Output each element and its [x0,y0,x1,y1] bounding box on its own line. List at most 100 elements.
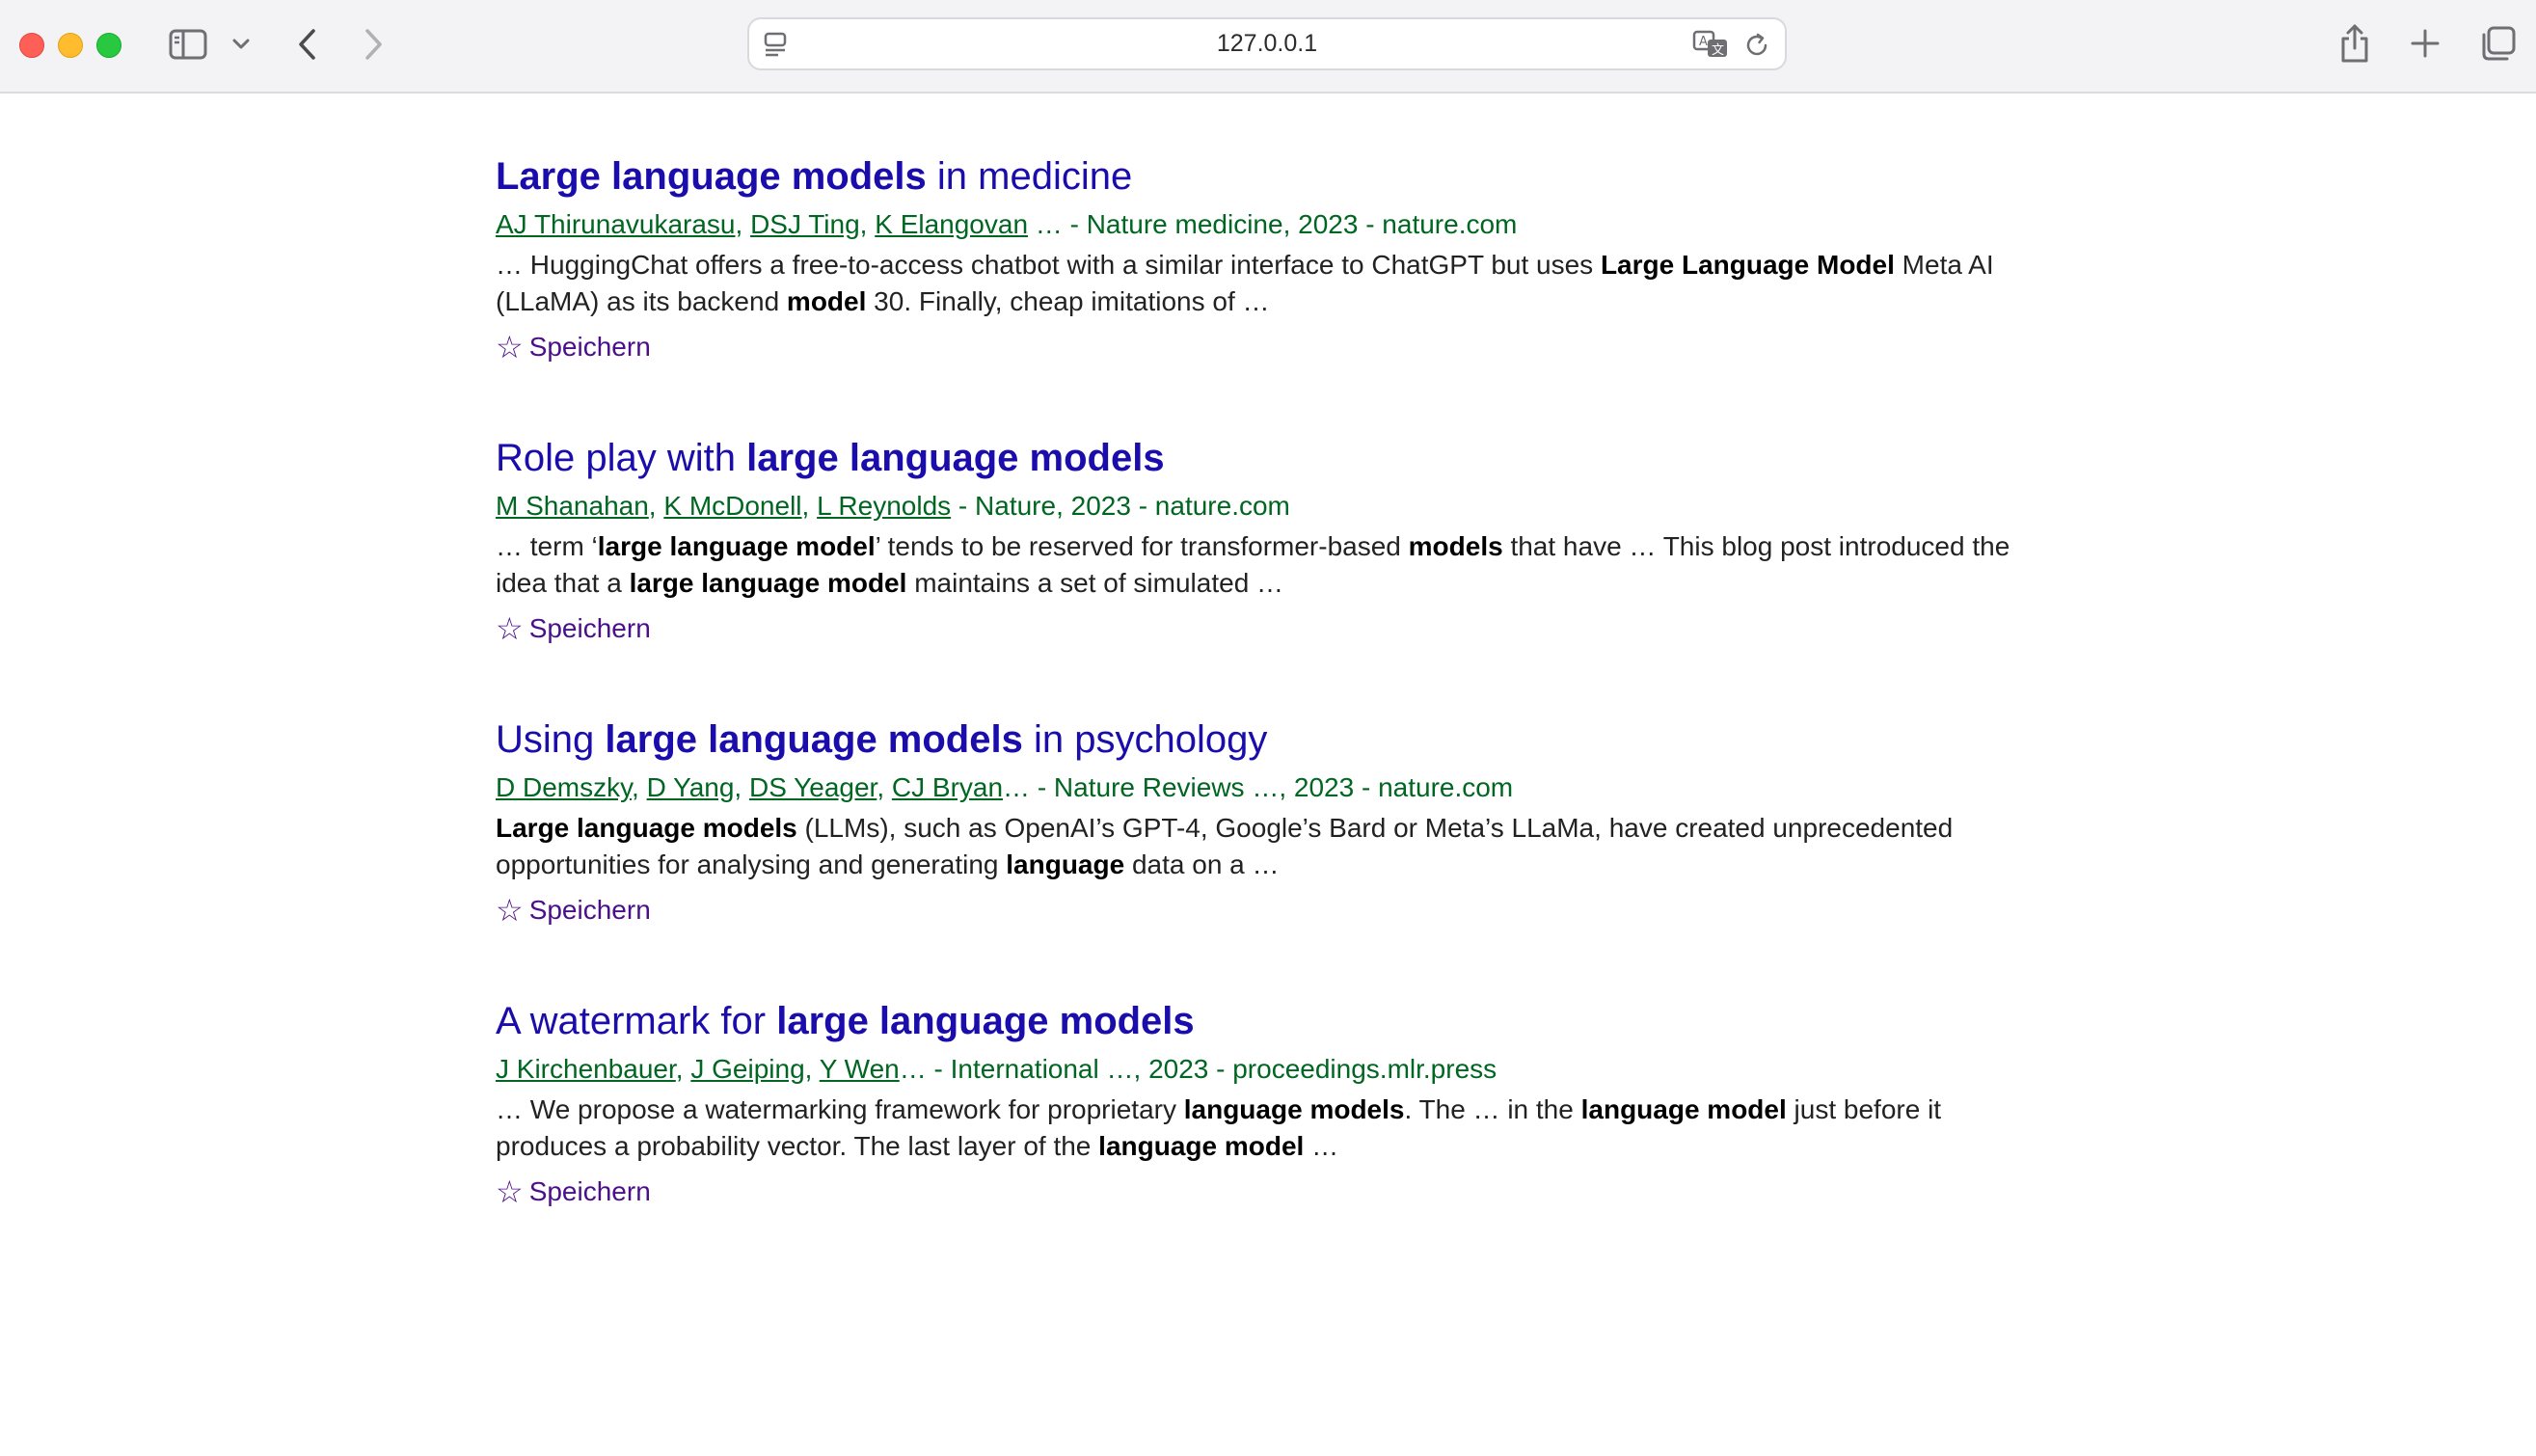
author-link[interactable]: L Reynolds [817,491,951,521]
translate-icon[interactable]: A 文 [1692,30,1731,59]
result-title-fragment: large language models [776,1000,1195,1042]
result-title-fragment: in psychology [1022,718,1268,761]
result-snippet: … HuggingChat offers a free-to-access ch… [496,247,2019,320]
result-source: … - Nature Reviews …, 2023 - nature.com [1003,772,1514,802]
result-title-link[interactable]: Large language models in medicine [496,149,2019,203]
save-button[interactable]: ☆ Speichern [496,892,651,929]
result-divider [496,929,2019,994]
svg-text:A: A [1699,35,1708,49]
result-snippet: … term ‘large language model’ tends to b… [496,528,2019,602]
result-meta: D Demszky, D Yang, DS Yeager, CJ Bryan… … [496,772,1514,802]
result-divider [496,365,2019,431]
chevron-down-icon [232,39,250,49]
result-divider [496,647,2019,713]
snippet-fragment: … We propose a watermarking framework fo… [496,1094,1184,1124]
save-label: Speichern [528,332,651,362]
snippet-fragment: … term ‘ [496,531,598,561]
author-link[interactable]: D Demszky [496,772,632,802]
author-link[interactable]: DSJ Ting [750,209,860,239]
result-source: - Nature, 2023 - nature.com [951,491,1290,521]
save-button[interactable]: ☆ Speichern [496,329,651,365]
save-label: Speichern [528,895,651,925]
snippet-fragment: language models [1183,1094,1405,1124]
save-label: Speichern [528,1176,651,1206]
address-url: 127.0.0.1 [1216,30,1318,57]
result-title-fragment: large language models [605,718,1023,761]
tab-overview-icon [2482,26,2516,61]
star-icon: ☆ [496,611,524,646]
result-meta: AJ Thirunavukarasu, DSJ Ting, K Elangova… [496,209,1518,239]
snippet-fragment: large language model [629,568,907,598]
chevron-left-icon [299,29,315,60]
new-tab-button[interactable] [2407,25,2443,62]
snippet-fragment: Large language models [496,813,797,843]
author-link[interactable]: CJ Bryan [892,772,1003,802]
save-label: Speichern [528,613,651,643]
result-title-fragment: Large language models [496,155,927,198]
sidebar-icon [169,29,207,60]
sidebar-toggle-button[interactable] [168,27,208,62]
search-result: A watermark for large language models J K… [496,994,2019,1210]
snippet-fragment: . The … in the [1404,1094,1581,1124]
author-link[interactable]: K McDonell [663,491,801,521]
result-title-link[interactable]: Using large language models in psycholog… [496,713,2019,767]
star-icon: ☆ [496,330,524,364]
search-result: Role play with large language models M Sh… [496,431,2019,647]
share-icon [2341,24,2368,63]
svg-text:文: 文 [1712,43,1724,58]
author-link[interactable]: D Yang [647,772,735,802]
result-source: … - International …, 2023 - proceedings.… [899,1054,1497,1084]
author-link[interactable]: M Shanahan [496,491,649,521]
result-source: … - Nature medicine, 2023 - nature.com [1028,209,1518,239]
browser-toolbar: 127.0.0.1 A 文 [0,0,2536,94]
sidebar-menu-button[interactable] [229,33,253,56]
result-title-link[interactable]: Role play with large language models [496,431,2019,485]
forward-button[interactable] [357,25,391,64]
snippet-fragment: models [1408,531,1503,561]
reload-icon[interactable] [1744,32,1771,59]
result-title-fragment: Role play with [496,437,747,479]
author-link[interactable]: DS Yeager [749,772,877,802]
address-bar[interactable]: 127.0.0.1 A 文 [747,17,1787,70]
plus-icon [2411,29,2440,58]
author-link[interactable]: K Elangovan [875,209,1028,239]
result-title-fragment: large language models [746,437,1165,479]
snippet-fragment: … HuggingChat offers a free-to-access ch… [496,250,1601,280]
save-button[interactable]: ☆ Speichern [496,1173,651,1210]
snippet-fragment: language model [1098,1131,1305,1161]
snippet-fragment: large language model [597,531,876,561]
result-meta: M Shanahan, K McDonell, L Reynolds - Nat… [496,491,1290,521]
star-icon: ☆ [496,1174,524,1209]
back-button[interactable] [289,25,324,64]
minimize-window-button[interactable] [58,33,83,58]
snippet-fragment: ’ tends to be reserved for transformer-b… [875,531,1409,561]
result-title-link[interactable]: A watermark for large language models [496,994,2019,1048]
close-window-button[interactable] [19,33,44,58]
snippet-fragment: … [1304,1131,1339,1161]
snippet-fragment: model [786,286,867,316]
author-link[interactable]: J Kirchenbauer [496,1054,676,1084]
snippet-fragment: language model [1580,1094,1787,1124]
snippet-fragment: Large Language Model [1600,250,1895,280]
share-button[interactable] [2335,21,2374,66]
save-button[interactable]: ☆ Speichern [496,610,651,647]
result-title-fragment: A watermark for [496,1000,777,1042]
chevron-right-icon [365,29,382,60]
zoom-window-button[interactable] [96,33,121,58]
author-link[interactable]: Y Wen [820,1054,900,1084]
author-link[interactable]: J Geiping [690,1054,804,1084]
author-link[interactable]: AJ Thirunavukarasu [496,209,736,239]
tab-overview-button[interactable] [2478,23,2519,64]
result-title-fragment: Using [496,718,606,761]
result-snippet: Large language models (LLMs), such as Op… [496,810,2019,883]
search-result: Large language models in medicine AJ Thir… [496,149,2019,365]
snippet-fragment: 30. Finally, cheap imitations of … [866,286,1270,316]
snippet-fragment: maintains a set of simulated … [906,568,1284,598]
result-snippet: … We propose a watermarking framework fo… [496,1092,2019,1165]
star-icon: ☆ [496,893,524,928]
result-meta: J Kirchenbauer, J Geiping, Y Wen… - Inte… [496,1054,1497,1084]
snippet-fragment: language [1006,849,1125,879]
result-title-fragment: in medicine [926,155,1133,198]
search-result: Using large language models in psycholog… [496,713,2019,929]
search-results: Large language models in medicine AJ Thir… [496,149,2019,1210]
